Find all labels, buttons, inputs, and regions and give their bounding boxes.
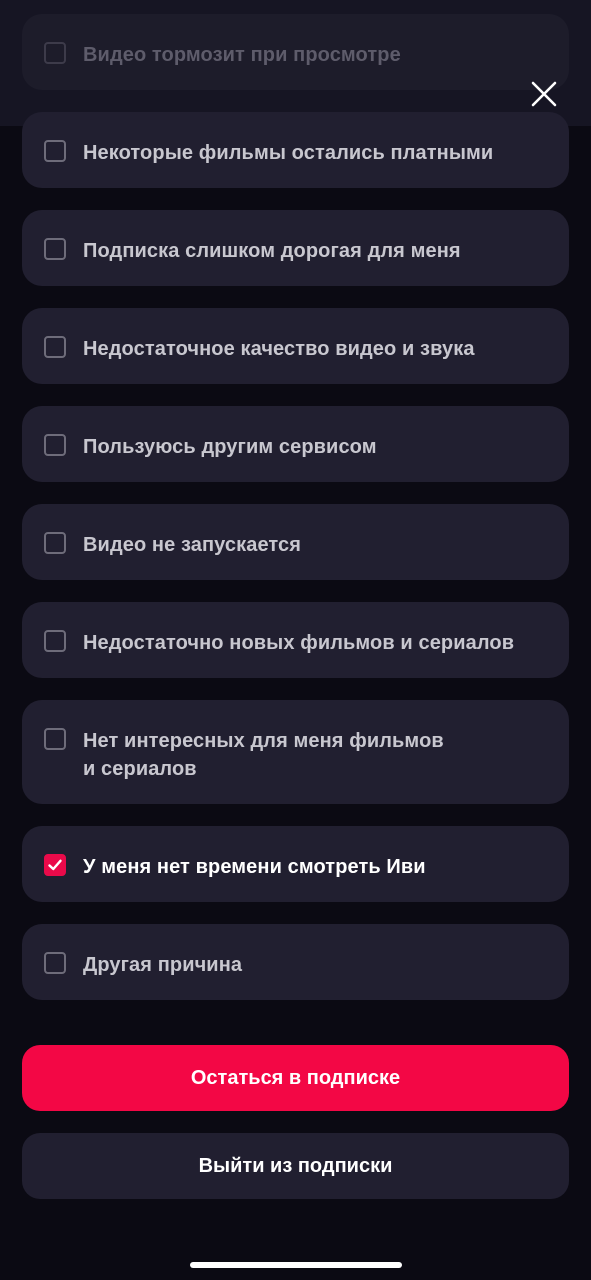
home-indicator — [190, 1262, 402, 1268]
reason-option-nothing-interesting[interactable]: Нет интересных для меня фильмов и сериал… — [22, 700, 569, 804]
leave-subscription-button[interactable]: Выйти из подписки — [22, 1133, 569, 1199]
reason-option-no-time[interactable]: У меня нет времени смотреть Иви — [22, 826, 569, 902]
reason-label: Другая причина — [83, 954, 243, 976]
reason-label: Недостаточно новых фильмов и сериалов — [83, 632, 515, 654]
checkbox[interactable] — [44, 140, 66, 162]
close-button[interactable] — [526, 76, 562, 112]
checkbox[interactable] — [44, 42, 66, 64]
reason-label: Видео не запускается — [83, 534, 302, 556]
reason-label: Нет интересных для меня фильмов и сериал… — [83, 730, 444, 780]
reason-label: У меня нет времени смотреть Иви — [83, 856, 426, 878]
close-icon — [531, 81, 557, 107]
reason-label: Подписка слишком дорогая для меня — [83, 240, 461, 262]
cancel-subscription-screen: Видео тормозит при просмотре Некоторые ф… — [0, 0, 591, 1280]
checkbox[interactable] — [44, 434, 66, 456]
checkbox[interactable] — [44, 238, 66, 260]
reason-label: Некоторые фильмы остались платными — [83, 142, 494, 164]
reason-option-too-expensive[interactable]: Подписка слишком дорогая для меня — [22, 210, 569, 286]
reason-label: Пользуюсь другим сервисом — [83, 436, 377, 458]
reason-label: Недостаточное качество видео и звука — [83, 338, 475, 360]
reason-option-other-service[interactable]: Пользуюсь другим сервисом — [22, 406, 569, 482]
reason-option-not-enough-new[interactable]: Недостаточно новых фильмов и сериалов — [22, 602, 569, 678]
checkbox-checked[interactable] — [44, 854, 66, 876]
reason-option-paid-films[interactable]: Некоторые фильмы остались платными — [22, 112, 569, 188]
checkbox[interactable] — [44, 728, 66, 750]
reason-option-video-lags[interactable]: Видео тормозит при просмотре — [22, 14, 569, 90]
checkbox[interactable] — [44, 630, 66, 652]
checkbox[interactable] — [44, 952, 66, 974]
reason-option-other[interactable]: Другая причина — [22, 924, 569, 1000]
checkmark-icon — [48, 859, 62, 871]
checkbox[interactable] — [44, 532, 66, 554]
reason-option-video-not-starting[interactable]: Видео не запускается — [22, 504, 569, 580]
stay-subscribed-button[interactable]: Остаться в подписке — [22, 1045, 569, 1111]
reason-option-poor-quality[interactable]: Недостаточное качество видео и звука — [22, 308, 569, 384]
reason-label: Видео тормозит при просмотре — [83, 44, 401, 66]
checkbox[interactable] — [44, 336, 66, 358]
